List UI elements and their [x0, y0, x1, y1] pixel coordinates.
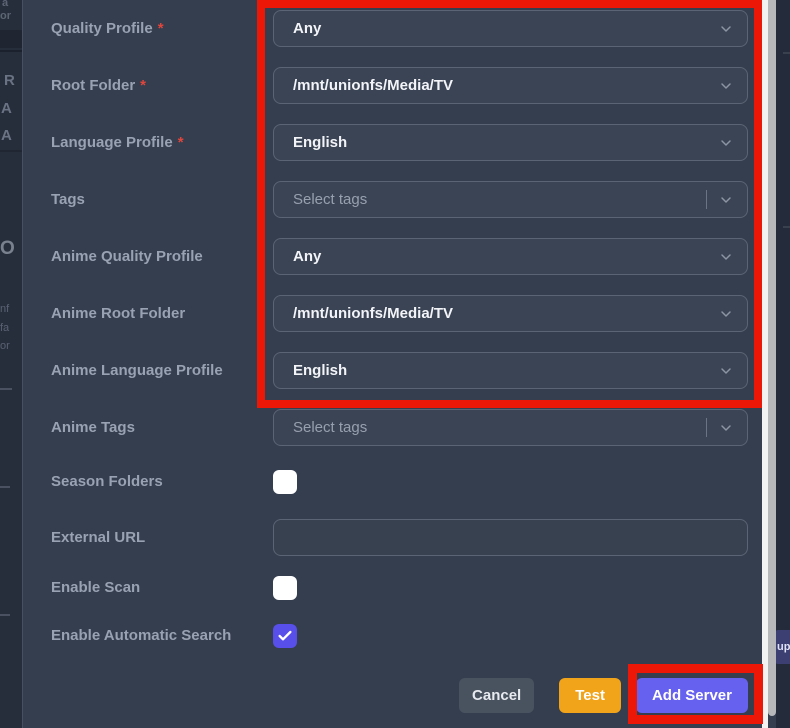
- bg-dash: [0, 486, 10, 488]
- bg-text-fragment: R: [4, 72, 15, 89]
- select-value: Any: [293, 20, 322, 37]
- bg-text-fragment: A: [1, 100, 12, 117]
- anime-root-folder-select[interactable]: /mnt/unionfs/Media/TV: [273, 295, 748, 332]
- select-value: Any: [293, 248, 322, 265]
- bg-text-fragment: a: [2, 0, 9, 9]
- select-divider: [706, 418, 707, 437]
- form-row-quality-profile: Quality Profile * Any: [29, 10, 748, 47]
- tags-multiselect[interactable]: Select tags: [273, 181, 748, 218]
- select-value: English: [293, 134, 348, 151]
- dimmed-page-right-edge: up: [776, 0, 790, 728]
- checkmark-icon: [278, 630, 292, 641]
- add-server-modal-panel: Quality Profile * Any Root Folder * /mnt/u…: [22, 0, 762, 728]
- bg-text-fragment: or: [0, 340, 10, 352]
- form-row-anime-root-folder: Anime Root Folder /mnt/unionfs/Media/TV: [29, 295, 748, 332]
- required-asterisk: *: [177, 133, 184, 151]
- anime-quality-profile-select[interactable]: Any: [273, 238, 748, 275]
- enable-scan-label: Enable Scan: [51, 579, 141, 596]
- enable-automatic-search-checkbox[interactable]: [273, 624, 297, 648]
- bg-dimmed-band: [0, 30, 22, 48]
- form-row-season-folders: Season Folders: [29, 470, 748, 494]
- form-row-enable-automatic-search: Enable Automatic Search: [29, 624, 748, 648]
- bg-tick: [783, 52, 790, 54]
- select-placeholder: Select tags: [293, 191, 368, 208]
- root-folder-select[interactable]: /mnt/unionfs/Media/TV: [273, 67, 748, 104]
- external-url-input[interactable]: [273, 519, 748, 556]
- form-row-anime-tags: Anime Tags Select tags: [29, 409, 748, 446]
- form-row-language-profile: Language Profile * English: [29, 124, 748, 161]
- test-button[interactable]: Test: [559, 678, 621, 713]
- select-value: /mnt/unionfs/Media/TV: [293, 77, 453, 94]
- external-url-label: External URL: [51, 528, 146, 546]
- season-folders-checkbox[interactable]: [273, 470, 297, 494]
- cancel-button[interactable]: Cancel: [459, 678, 535, 713]
- anime-root-folder-label: Anime Root Folder: [51, 304, 186, 322]
- chevron-down-icon: [721, 311, 731, 317]
- anime-tags-label: Anime Tags: [51, 418, 135, 436]
- chevron-down-icon: [721, 83, 731, 89]
- bg-text-fragment: nf: [0, 303, 10, 315]
- season-folders-label: Season Folders: [51, 473, 163, 490]
- chevron-down-icon: [721, 425, 731, 431]
- select-divider: [706, 190, 707, 209]
- bg-button-fragment: up: [776, 630, 790, 664]
- form-row-external-url: External URL: [29, 519, 748, 556]
- bg-text-fragment: or: [0, 10, 11, 22]
- chevron-down-icon: [721, 254, 731, 260]
- form-row-anime-quality-profile: Anime Quality Profile Any: [29, 238, 748, 275]
- anime-quality-profile-label: Anime Quality Profile: [51, 247, 203, 265]
- bg-dash: [0, 614, 10, 616]
- enable-automatic-search-label: Enable Automatic Search: [51, 627, 232, 644]
- bg-dash: [0, 388, 12, 390]
- form-row-tags: Tags Select tags: [29, 181, 748, 218]
- anime-language-profile-select[interactable]: English: [273, 352, 748, 389]
- bg-divider: [0, 50, 22, 52]
- required-asterisk: *: [157, 19, 164, 37]
- chevron-down-icon: [721, 26, 731, 32]
- modal-footer: Cancel Test Add Server: [29, 678, 748, 713]
- bg-text-fragment: fa: [0, 322, 10, 334]
- required-asterisk: *: [140, 76, 146, 94]
- anime-tags-multiselect[interactable]: Select tags: [273, 409, 748, 446]
- anime-language-profile-label: Anime Language Profile: [51, 361, 223, 379]
- chevron-down-icon: [721, 140, 731, 146]
- chevron-down-icon: [721, 197, 731, 203]
- tags-label: Tags: [51, 190, 85, 208]
- bg-text-fragment: A: [1, 127, 12, 144]
- add-server-button[interactable]: Add Server: [635, 678, 748, 713]
- language-profile-label: Language Profile: [51, 133, 173, 151]
- select-value: English: [293, 362, 348, 379]
- language-profile-select[interactable]: English: [273, 124, 748, 161]
- select-placeholder: Select tags: [293, 419, 368, 436]
- bg-divider: [0, 150, 22, 152]
- dimmed-page-left-edge: a or R A A O nf fa or: [0, 0, 22, 728]
- bg-text-fragment: O: [0, 238, 15, 259]
- select-value: /mnt/unionfs/Media/TV: [293, 305, 453, 322]
- root-folder-label: Root Folder: [51, 76, 136, 94]
- form-row-anime-language-profile: Anime Language Profile English: [29, 352, 748, 389]
- bg-tick: [783, 226, 790, 228]
- quality-profile-label: Quality Profile: [51, 19, 153, 37]
- form-row-root-folder: Root Folder * /mnt/unionfs/Media/TV: [29, 67, 748, 104]
- chevron-down-icon: [721, 368, 731, 374]
- quality-profile-select[interactable]: Any: [273, 10, 748, 47]
- scrollbar-thumb[interactable]: [768, 0, 776, 716]
- enable-scan-checkbox[interactable]: [273, 576, 297, 600]
- form-row-enable-scan: Enable Scan: [29, 576, 748, 600]
